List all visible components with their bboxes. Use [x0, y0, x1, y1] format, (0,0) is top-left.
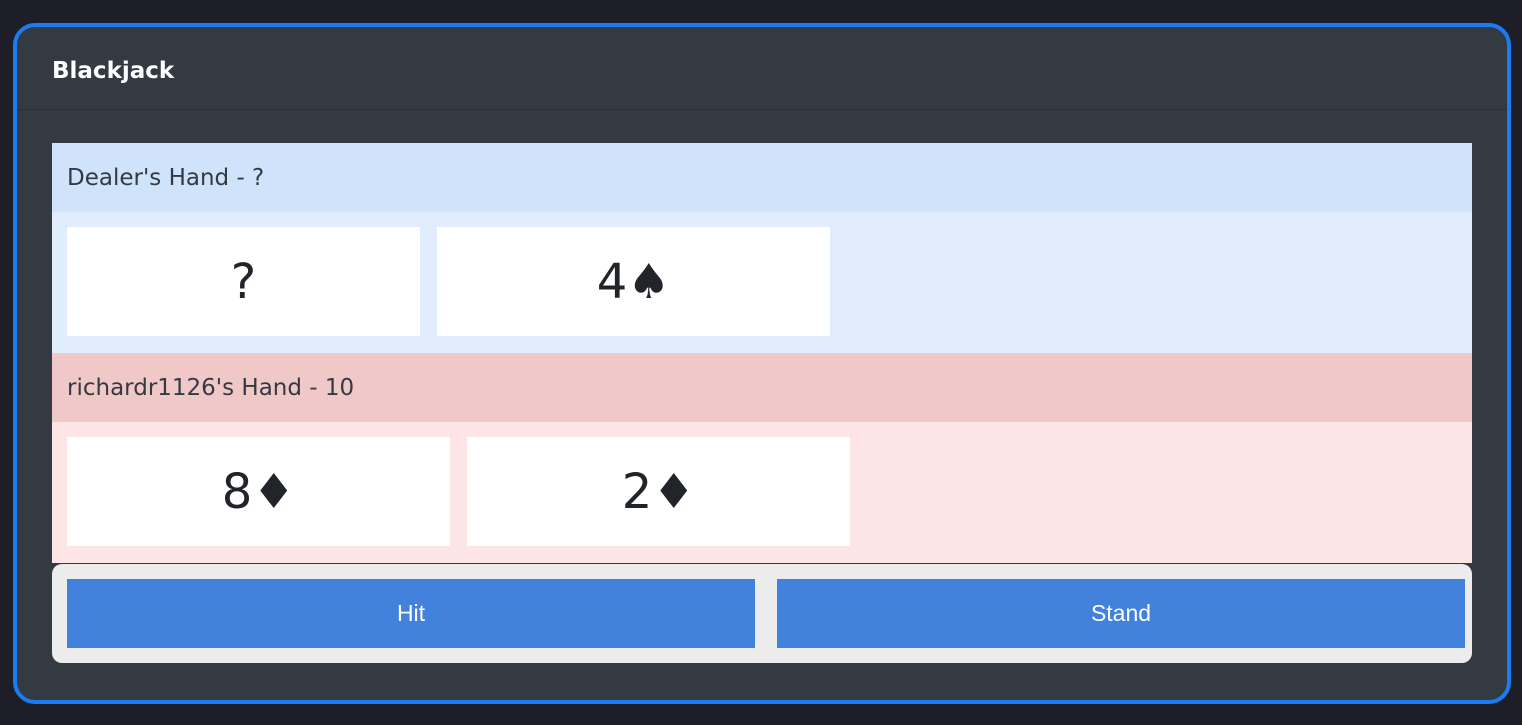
player-hand-header: richardr1126's Hand - 10 [52, 353, 1472, 422]
action-bar: Hit Stand [52, 564, 1472, 663]
player-cards: 8♦ 2♦ [52, 422, 1472, 563]
player-hand: richardr1126's Hand - 10 8♦ 2♦ [52, 353, 1472, 563]
blackjack-panel: Blackjack Dealer's Hand - ? ? 4♠ richard… [13, 23, 1511, 704]
player-card: 2♦ [467, 437, 850, 546]
dealer-hand: Dealer's Hand - ? ? 4♠ [52, 143, 1472, 353]
dealer-card-hidden: ? [67, 227, 420, 336]
page-title: Blackjack [52, 58, 175, 84]
dealer-cards: ? 4♠ [52, 212, 1472, 353]
dealer-hand-header: Dealer's Hand - ? [52, 143, 1472, 212]
hit-button[interactable]: Hit [67, 579, 755, 648]
dealer-card: 4♠ [437, 227, 830, 336]
stand-button[interactable]: Stand [777, 579, 1465, 648]
panel-header: Blackjack [17, 27, 1507, 110]
player-card: 8♦ [67, 437, 450, 546]
